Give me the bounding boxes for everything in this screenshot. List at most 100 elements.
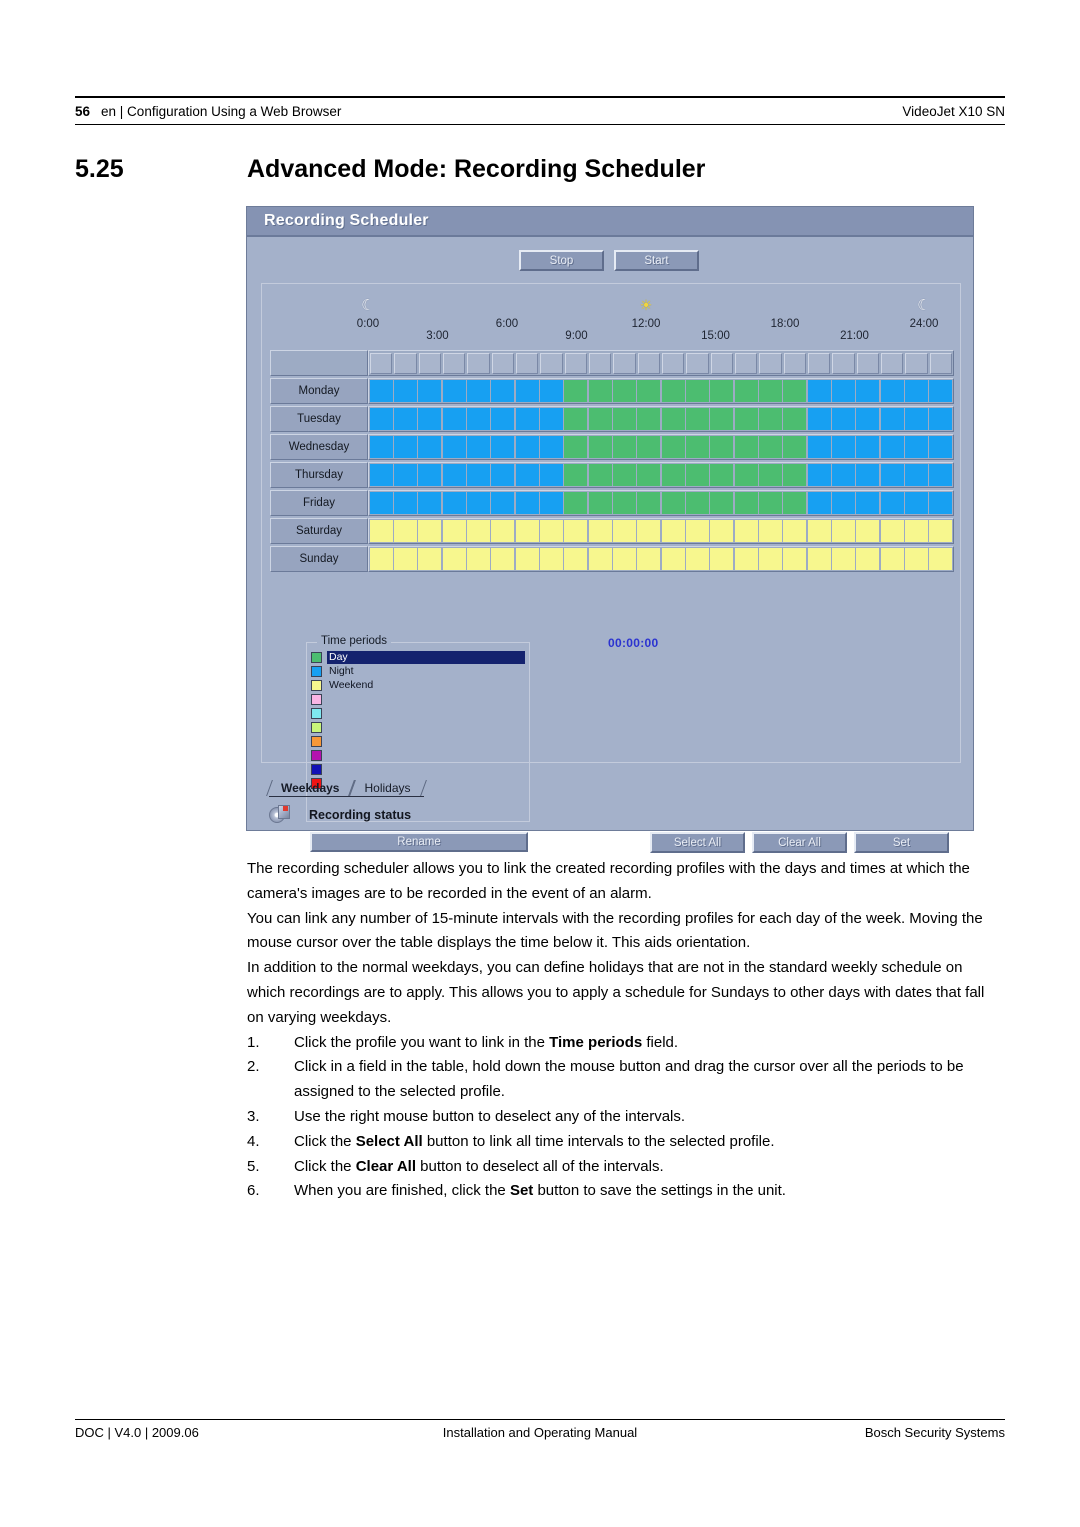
schedule-cell[interactable]	[880, 492, 904, 514]
schedule-cell[interactable]	[637, 380, 661, 402]
schedule-cell[interactable]	[588, 436, 612, 458]
schedule-cell[interactable]	[661, 408, 685, 430]
schedule-cell[interactable]	[783, 492, 807, 514]
color-swatch[interactable]	[311, 722, 322, 734]
day-label-tuesday[interactable]: Tuesday	[270, 406, 368, 432]
grid-header-cell[interactable]	[467, 352, 490, 374]
schedule-cell[interactable]	[418, 464, 442, 486]
schedule-cell[interactable]	[904, 492, 928, 514]
grid-header-cell[interactable]	[880, 352, 904, 374]
grid-header-cell[interactable]	[929, 352, 952, 374]
schedule-cell[interactable]	[710, 520, 734, 542]
schedule-cell[interactable]	[491, 520, 515, 542]
day-label-sunday[interactable]: Sunday	[270, 546, 368, 572]
schedule-cell[interactable]	[394, 548, 417, 570]
schedule-cell[interactable]	[539, 436, 563, 458]
schedule-cell[interactable]	[612, 520, 636, 542]
color-swatch[interactable]	[311, 708, 322, 720]
schedule-cell[interactable]	[661, 548, 685, 570]
schedule-cell[interactable]	[491, 492, 515, 514]
schedule-cell[interactable]	[904, 520, 928, 542]
schedule-cell[interactable]	[564, 380, 588, 402]
schedule-cell[interactable]	[539, 380, 563, 402]
grid-header-cell[interactable]	[588, 352, 612, 374]
schedule-cell[interactable]	[491, 408, 515, 430]
schedule-cell[interactable]	[734, 520, 758, 542]
schedule-cell[interactable]	[929, 548, 953, 570]
schedule-cell[interactable]	[442, 548, 466, 570]
schedule-cell[interactable]	[442, 520, 466, 542]
schedule-cell[interactable]	[612, 436, 636, 458]
schedule-cell[interactable]	[831, 408, 855, 430]
grid-header-cell[interactable]	[370, 352, 393, 374]
schedule-cell[interactable]	[807, 548, 831, 570]
schedule-cell[interactable]	[467, 408, 490, 430]
schedule-cell[interactable]	[710, 492, 734, 514]
tab-weekdays[interactable]: Weekdays	[269, 780, 353, 797]
tab-holidays[interactable]: Holidays	[352, 780, 424, 797]
schedule-cell[interactable]	[539, 492, 563, 514]
schedule-cells[interactable]	[368, 434, 954, 460]
color-swatch[interactable]	[311, 764, 322, 776]
schedule-cell[interactable]	[612, 548, 636, 570]
day-label-friday[interactable]: Friday	[270, 490, 368, 516]
schedule-cell[interactable]	[394, 380, 417, 402]
schedule-cell[interactable]	[710, 408, 734, 430]
schedule-cell[interactable]	[758, 436, 782, 458]
color-swatch[interactable]	[311, 666, 322, 678]
schedule-cell[interactable]	[369, 464, 393, 486]
schedule-grid[interactable]: Monday Tuesday Wednesday Thursday Friday Satu…	[270, 350, 954, 574]
schedule-cell[interactable]	[929, 436, 953, 458]
schedule-cell[interactable]	[734, 436, 758, 458]
schedule-cell[interactable]	[904, 464, 928, 486]
color-swatch[interactable]	[311, 652, 322, 664]
start-button[interactable]: Start	[614, 250, 699, 271]
schedule-cell[interactable]	[783, 380, 807, 402]
schedule-cell[interactable]	[734, 548, 758, 570]
schedule-cell[interactable]	[856, 548, 880, 570]
time-period-item[interactable]: Day	[311, 651, 525, 665]
schedule-cells[interactable]	[368, 378, 954, 404]
schedule-cell[interactable]	[661, 520, 685, 542]
set-button[interactable]: Set	[854, 832, 949, 853]
day-label-thursday[interactable]: Thursday	[270, 462, 368, 488]
schedule-cell[interactable]	[929, 520, 953, 542]
grid-header-cell[interactable]	[686, 352, 709, 374]
schedule-cell[interactable]	[612, 380, 636, 402]
schedule-cell[interactable]	[880, 548, 904, 570]
schedule-cell[interactable]	[491, 436, 515, 458]
schedule-cell[interactable]	[856, 408, 880, 430]
grid-header-cell[interactable]	[418, 352, 441, 374]
schedule-cell[interactable]	[783, 520, 807, 542]
schedule-cell[interactable]	[856, 492, 880, 514]
schedule-cell[interactable]	[467, 520, 490, 542]
grid-header-cell[interactable]	[783, 352, 806, 374]
grid-header-cell[interactable]	[661, 352, 685, 374]
schedule-cell[interactable]	[612, 408, 636, 430]
schedule-cell[interactable]	[442, 436, 466, 458]
time-period-item[interactable]: Night	[311, 665, 525, 679]
schedule-cell[interactable]	[588, 408, 612, 430]
schedule-cell[interactable]	[515, 464, 539, 486]
schedule-cell[interactable]	[856, 520, 880, 542]
schedule-cell[interactable]	[856, 380, 880, 402]
schedule-cell[interactable]	[783, 464, 807, 486]
schedule-cell[interactable]	[394, 408, 417, 430]
grid-header-cell[interactable]	[759, 352, 782, 374]
schedule-cell[interactable]	[369, 548, 393, 570]
grid-header-cell[interactable]	[394, 352, 417, 374]
schedule-cell[interactable]	[418, 408, 442, 430]
schedule-cell[interactable]	[880, 408, 904, 430]
schedule-cell[interactable]	[661, 436, 685, 458]
schedule-cells[interactable]	[368, 490, 954, 516]
stop-button[interactable]: Stop	[519, 250, 604, 271]
schedule-cell[interactable]	[467, 492, 490, 514]
schedule-cell[interactable]	[491, 380, 515, 402]
schedule-cell[interactable]	[929, 380, 953, 402]
grid-header-cell[interactable]	[905, 352, 928, 374]
schedule-cell[interactable]	[929, 492, 953, 514]
schedule-cell[interactable]	[491, 548, 515, 570]
color-swatch[interactable]	[311, 736, 322, 748]
schedule-cell[interactable]	[685, 464, 709, 486]
schedule-cells[interactable]	[368, 462, 954, 488]
